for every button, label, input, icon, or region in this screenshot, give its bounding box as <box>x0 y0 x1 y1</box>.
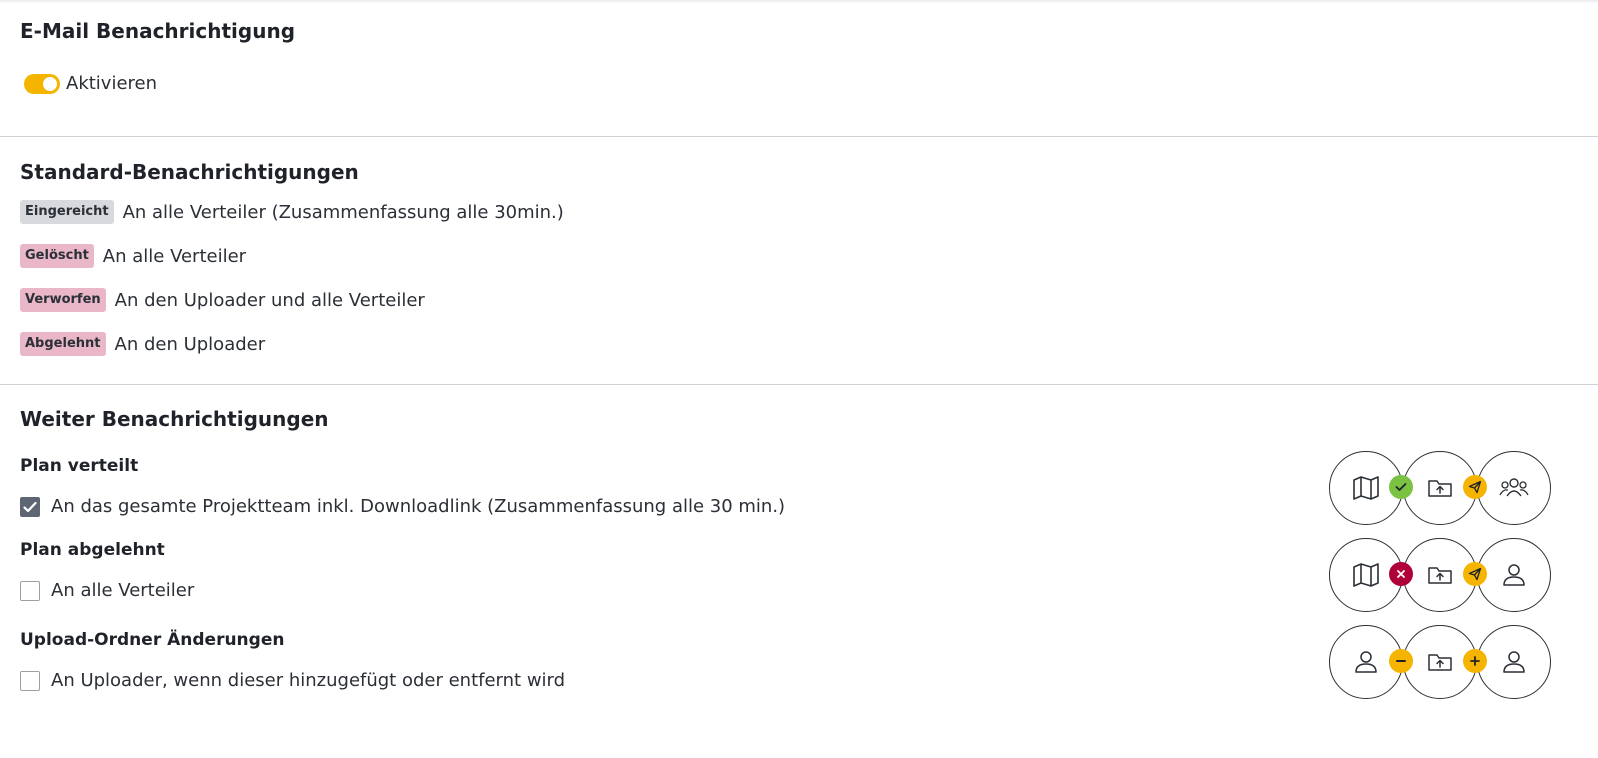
upload-ordner-label: An Uploader, wenn dieser hinzugefügt ode… <box>51 670 566 691</box>
status-badge: Gelöscht <box>20 244 94 268</box>
plus-icon <box>1463 649 1487 673</box>
standard-row-abgelehnt: Abgelehnt An den Uploader <box>20 332 265 356</box>
plan-abgelehnt-label: An alle Verteiler <box>51 580 195 601</box>
further-section-title: Weiter Benachrichtigungen <box>20 407 329 431</box>
team-icon <box>1477 451 1551 525</box>
x-icon <box>1389 562 1413 586</box>
plan-abgelehnt-option: An alle Verteiler <box>20 580 194 601</box>
email-section-title: E-Mail Benachrichtigung <box>20 19 296 43</box>
upload-ordner-option: An Uploader, wenn dieser hinzugefügt ode… <box>20 670 565 691</box>
email-activate-toggle[interactable] <box>24 73 60 94</box>
standard-row-text: An alle Verteiler (Zusammenfassung alle … <box>122 201 564 223</box>
send-icon <box>1463 562 1487 586</box>
standard-row-text: An den Uploader und alle Verteiler <box>114 289 425 311</box>
standard-row-eingereicht: Eingereicht An alle Verteiler (Zusammenf… <box>20 200 564 224</box>
user-icon <box>1477 538 1551 612</box>
standard-row-geloescht: Gelöscht An alle Verteiler <box>20 244 246 268</box>
checkmark-icon <box>23 501 37 512</box>
plan-abgelehnt-heading: Plan abgelehnt <box>20 540 165 560</box>
plan-verteilt-option: An das gesamte Projektteam inkl. Downloa… <box>20 496 785 517</box>
standard-section-title: Standard-Benachrichtigungen <box>20 160 359 184</box>
status-badge: Abgelehnt <box>20 332 106 356</box>
standard-row-text: An alle Verteiler <box>102 245 247 267</box>
plan-verteilt-flow <box>1329 451 1551 527</box>
top-shadow <box>0 0 1598 4</box>
section-divider <box>0 136 1598 137</box>
plan-abgelehnt-checkbox[interactable] <box>20 580 40 601</box>
email-toggle-label: Aktivieren <box>66 73 158 94</box>
standard-row-text: An den Uploader <box>114 333 266 355</box>
toggle-knob <box>43 76 57 91</box>
plan-verteilt-checkbox[interactable] <box>20 496 40 517</box>
plan-verteilt-heading: Plan verteilt <box>20 456 139 476</box>
standard-row-verworfen: Verworfen An den Uploader und alle Verte… <box>20 288 425 312</box>
status-badge: Eingereicht <box>20 200 114 224</box>
send-icon <box>1463 475 1487 499</box>
user-icon <box>1477 625 1551 699</box>
minus-icon <box>1389 649 1413 673</box>
plan-verteilt-label: An das gesamte Projektteam inkl. Downloa… <box>51 496 786 517</box>
section-divider <box>0 384 1598 385</box>
upload-ordner-heading: Upload-Ordner Änderungen <box>20 630 285 650</box>
check-icon <box>1389 475 1413 499</box>
status-badge: Verworfen <box>20 288 106 312</box>
upload-ordner-checkbox[interactable] <box>20 670 40 691</box>
upload-ordner-flow <box>1329 625 1551 701</box>
email-toggle-row: Aktivieren <box>24 73 157 94</box>
plan-abgelehnt-flow <box>1329 538 1551 614</box>
